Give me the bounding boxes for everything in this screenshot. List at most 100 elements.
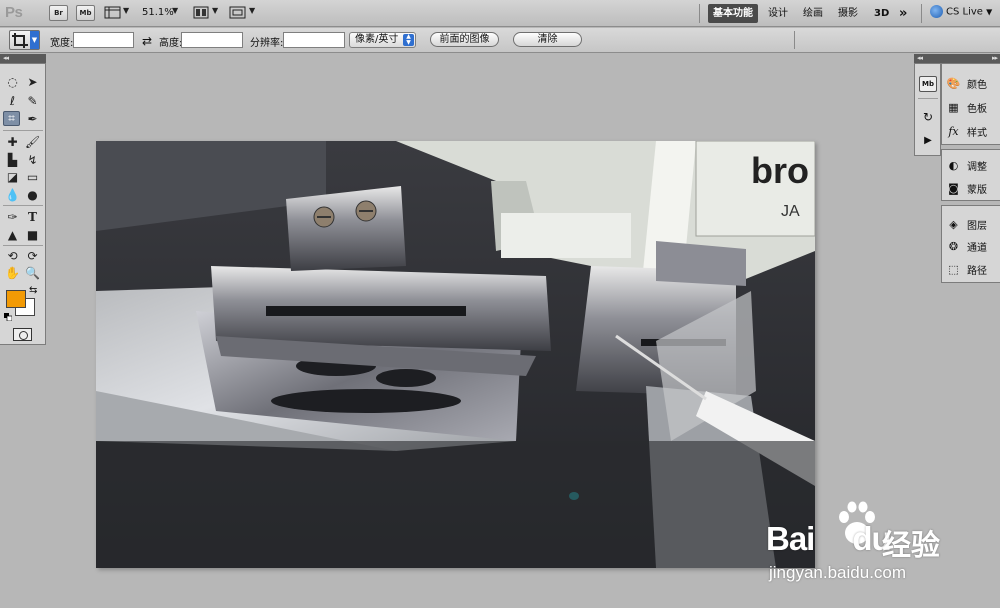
default-colors-icon[interactable]	[4, 311, 13, 322]
layers-panel-tab[interactable]: ◈ 图层	[946, 213, 1000, 235]
channels-icon: ❂	[948, 239, 959, 253]
view-extras-dropdown-icon[interactable]: ▼	[123, 6, 129, 15]
styles-panel-label: 样式	[967, 127, 987, 139]
cs-live-button[interactable]: CS Live ▼	[930, 5, 992, 18]
arrange-documents-icon[interactable]	[193, 5, 210, 20]
resolution-input[interactable]	[283, 32, 345, 48]
clear-button[interactable]: 清除	[513, 32, 582, 47]
application-bar: Ps Br Mb ▼ 51.1% ▼ ▼ ▼ 基本功能 设计 绘画 摄影 3D …	[0, 0, 1000, 27]
eraser-icon[interactable]: ◪	[4, 169, 21, 184]
workspace-photography-tab[interactable]: 摄影	[833, 4, 863, 23]
panels-collapse-bar[interactable]: ▸▸	[941, 54, 1000, 63]
pen-icon[interactable]: ✑	[4, 209, 21, 224]
adjustments-panel-group: ◐ 调整 ◙ 蒙版	[941, 149, 1000, 201]
layers-stack-icon: ◈	[949, 217, 958, 231]
masks-panel-tab[interactable]: ◙ 蒙版	[946, 177, 1000, 199]
quick-mask-icon[interactable]	[13, 328, 32, 341]
more-workspaces-button[interactable]: »	[894, 4, 912, 23]
swatches-panel-tab[interactable]: ▦ 色板	[946, 96, 1000, 118]
swatches-grid-icon: ▦	[948, 100, 959, 114]
resolution-unit-select[interactable]: 像素/英寸 ▲ ▼	[349, 32, 416, 48]
workspace-essentials-tab[interactable]: 基本功能	[708, 4, 758, 23]
watermark-url: jingyan.baidu.com	[769, 563, 907, 582]
paths-panel-tab[interactable]: ⬚ 路径	[946, 258, 1000, 280]
layers-panel-group: ◈ 图层 ❂ 通道 ⬚ 路径	[941, 205, 1000, 283]
swap-colors-icon[interactable]: ⇆	[29, 285, 37, 296]
workspace-3d-tab[interactable]: 3D	[869, 4, 894, 23]
lasso-icon[interactable]: ℓ	[4, 93, 21, 108]
photoshop-logo: Ps	[5, 4, 23, 21]
quick-selection-icon[interactable]: ✎	[24, 93, 41, 108]
spot-healing-icon[interactable]: ✚	[4, 134, 21, 149]
height-label: 高度:	[159, 38, 183, 49]
channels-panel-tab[interactable]: ❂ 通道	[946, 235, 1000, 257]
3d-orbit-icon[interactable]: ⟳	[24, 248, 41, 263]
masks-panel-label: 蒙版	[967, 184, 987, 196]
tool-preset-picker[interactable]: ▼	[9, 30, 40, 50]
path-selection-icon[interactable]: ▲	[4, 227, 21, 242]
cs-live-icon	[930, 5, 943, 18]
bridge-button[interactable]: Br	[49, 5, 68, 21]
move-tool-icon[interactable]: ➤	[24, 74, 41, 89]
width-label: 宽度:	[50, 38, 74, 49]
rectangle-shape-icon[interactable]: ■	[24, 227, 41, 242]
tools-panel: ◌ ➤ ℓ ✎ ⌗ ✒ ✚ 🖌 ▙ ↯ ◪ ▭ 💧 ● ✑ T ▲ ■ ⟲ ⟳ …	[0, 63, 46, 345]
zoom-level-dropdown[interactable]: 51.1%	[142, 7, 174, 18]
view-extras-icon[interactable]	[104, 5, 121, 20]
rectangular-marquee-icon[interactable]: ◌	[4, 74, 21, 89]
hand-tool-icon[interactable]: ✋	[4, 265, 21, 280]
screen-mode-dropdown-icon[interactable]: ▼	[249, 6, 255, 15]
mask-icon: ◙	[948, 181, 959, 195]
brush-icon[interactable]: 🖌	[24, 134, 41, 149]
width-input[interactable]	[73, 32, 134, 48]
svg-text:JA: JA	[781, 203, 800, 220]
arrange-dropdown-icon[interactable]: ▼	[212, 6, 218, 15]
history-panel-icon[interactable]: ↻	[919, 109, 937, 125]
type-tool-icon[interactable]: T	[24, 209, 41, 224]
updown-arrows-icon: ▲ ▼	[403, 34, 414, 46]
foreground-color-swatch[interactable]	[6, 290, 26, 308]
tools-collapse-bar[interactable]: ◂◂	[0, 54, 46, 63]
crop-icon	[12, 33, 28, 48]
options-bar: ▼ 宽度: ⇄ 高度: 分辨率: 像素/英寸 ▲ ▼ 前面的图像 清除	[0, 28, 1000, 53]
history-brush-icon[interactable]: ↯	[24, 152, 41, 167]
gradient-icon[interactable]: ▭	[24, 169, 41, 184]
paths-panel-label: 路径	[967, 265, 987, 277]
zoom-tool-icon[interactable]: 🔍	[24, 265, 41, 280]
adjustments-panel-label: 调整	[967, 161, 987, 173]
swatches-panel-label: 色板	[967, 103, 987, 115]
tools-divider	[3, 205, 43, 206]
dodge-icon[interactable]: ●	[24, 187, 41, 202]
swap-dimensions-icon[interactable]: ⇄	[142, 34, 152, 48]
document-canvas[interactable]: bro JA	[96, 141, 815, 568]
chevron-down-icon: ▼	[30, 31, 39, 49]
options-separator	[794, 31, 795, 49]
screen-mode-icon[interactable]	[229, 5, 246, 20]
watermark-jingyan: 经验	[882, 528, 941, 562]
iconstrip-collapse-bar[interactable]: ◂◂	[914, 54, 941, 63]
mini-bridge-panel-icon[interactable]: Mb	[919, 76, 937, 92]
workspace-design-tab[interactable]: 设计	[763, 4, 793, 23]
color-panel-label: 颜色	[967, 79, 987, 91]
resolution-label: 分辨率:	[250, 38, 284, 49]
panel-icon-strip: Mb ↻ ▶	[914, 63, 941, 156]
height-input[interactable]	[181, 32, 243, 48]
actions-panel-icon[interactable]: ▶	[919, 132, 937, 148]
eyedropper-icon[interactable]: ✒	[24, 111, 41, 126]
styles-panel-tab[interactable]: fx 样式	[946, 120, 1000, 142]
blur-icon[interactable]: 💧	[4, 187, 21, 202]
crop-tool-icon[interactable]: ⌗	[3, 111, 20, 126]
paths-icon: ⬚	[948, 262, 959, 276]
workspace-painting-tab[interactable]: 绘画	[798, 4, 828, 23]
resolution-unit-value: 像素/英寸	[355, 34, 399, 45]
zoom-dropdown-icon[interactable]: ▼	[172, 6, 178, 15]
color-panel-tab[interactable]: 🎨 颜色	[946, 72, 1000, 94]
layers-panel-label: 图层	[967, 220, 987, 232]
mini-bridge-button[interactable]: Mb	[76, 5, 95, 21]
3d-rotate-icon[interactable]: ⟲	[4, 248, 21, 263]
palette-icon: 🎨	[946, 76, 961, 90]
photo-image: bro JA	[96, 141, 815, 568]
clone-stamp-icon[interactable]: ▙	[4, 152, 21, 167]
front-image-button[interactable]: 前面的图像	[430, 32, 499, 47]
adjustments-panel-tab[interactable]: ◐ 调整	[946, 154, 1000, 176]
